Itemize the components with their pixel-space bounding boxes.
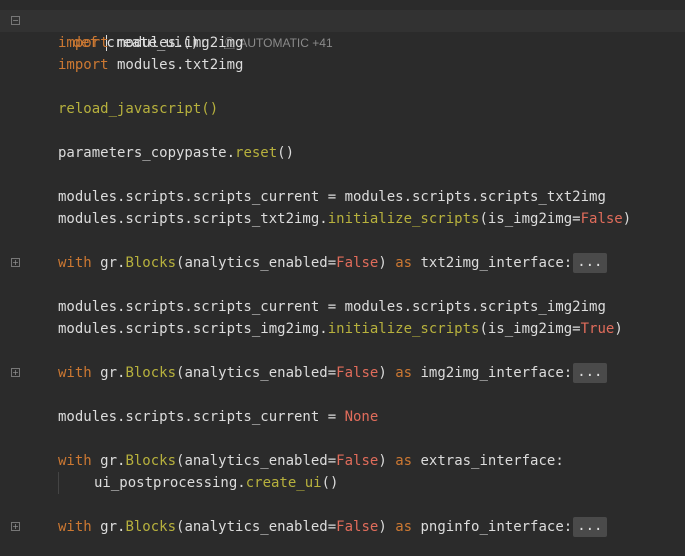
keyword-with: with <box>58 453 92 469</box>
object-path: parameters_copypaste. <box>58 145 236 161</box>
fold-expand-icon[interactable]: + <box>11 522 20 531</box>
module-path: modules.txt2img <box>108 57 244 73</box>
call-parens: () <box>321 475 339 491</box>
object-path: gr. <box>91 365 126 381</box>
call-parens: () <box>277 145 295 161</box>
call-close: ) <box>378 453 396 469</box>
function-call: initialize_scripts <box>327 211 480 227</box>
alias-name: txt2img_interface: <box>412 255 573 271</box>
code-editor[interactable]: − def create_ui(): 👤︎ AUTOMATIC +41 impor… <box>0 0 685 556</box>
code-line-with-folded[interactable]: + with gr.Blocks(analytics_enabled=False… <box>0 516 685 538</box>
code-line[interactable]: import modules.txt2img <box>0 54 685 76</box>
call-close: ) <box>378 255 396 271</box>
keyword-as: as <box>395 453 413 469</box>
call-close: ) <box>378 365 396 381</box>
keyword-as: as <box>395 519 413 535</box>
boolean-literal: True <box>580 321 615 337</box>
code-line[interactable]: modules.scripts.scripts_img2img.initiali… <box>0 318 685 340</box>
function-call: Blocks <box>125 519 177 535</box>
code-line[interactable]: modules.scripts.scripts_current = module… <box>0 186 685 208</box>
code-line[interactable]: parameters_copypaste.reset() <box>0 142 685 164</box>
assignment-statement: modules.scripts.scripts_current = module… <box>58 299 606 315</box>
object-path: modules.scripts.scripts_txt2img. <box>58 211 328 227</box>
function-call: Blocks <box>125 365 177 381</box>
keyword-as: as <box>395 365 413 381</box>
keyword-with: with <box>58 519 92 535</box>
keyword-as: as <box>395 255 413 271</box>
call-close: ) <box>614 321 623 337</box>
module-path: modules.img2img <box>108 35 244 51</box>
code-line[interactable]: ui_postprocessing.create_ui() <box>0 472 685 494</box>
boolean-literal: False <box>336 365 379 381</box>
object-path: gr. <box>91 255 126 271</box>
call-close: ) <box>378 519 396 535</box>
call-close: ) <box>622 211 632 227</box>
none-literal: None <box>344 409 379 425</box>
folded-region-placeholder[interactable]: ... <box>573 363 607 383</box>
call-args: (analytics_enabled= <box>176 365 337 381</box>
code-line[interactable]: modules.scripts.scripts_txt2img.initiali… <box>0 208 685 230</box>
boolean-literal: False <box>580 211 623 227</box>
object-path: gr. <box>91 453 126 469</box>
code-line-with-folded[interactable]: + with gr.Blocks(analytics_enabled=False… <box>0 362 685 384</box>
alias-name: img2img_interface: <box>412 365 573 381</box>
object-path: modules.scripts.scripts_img2img. <box>58 321 328 337</box>
call-args: (is_img2img= <box>479 321 581 337</box>
call-parens: () <box>201 101 219 117</box>
alias-name: pnginfo_interface: <box>412 519 573 535</box>
assignment-statement: modules.scripts.scripts_current = <box>58 409 345 425</box>
function-call: reset <box>235 145 278 161</box>
keyword-with: with <box>58 255 92 271</box>
boolean-literal: False <box>336 519 379 535</box>
folded-region-placeholder[interactable]: ... <box>573 253 607 273</box>
call-args: (analytics_enabled= <box>176 453 337 469</box>
code-line[interactable]: modules.scripts.scripts_current = None <box>0 406 685 428</box>
object-path: gr. <box>91 519 126 535</box>
fold-toggle-icon[interactable]: − <box>11 16 20 25</box>
code-line[interactable]: with gr.Blocks(analytics_enabled=False) … <box>0 450 685 472</box>
function-call: initialize_scripts <box>327 321 480 337</box>
call-args: (analytics_enabled= <box>176 519 337 535</box>
alias-name: extras_interface: <box>412 453 564 469</box>
code-line-def[interactable]: − def create_ui(): 👤︎ AUTOMATIC +41 <box>0 10 685 51</box>
code-line[interactable]: modules.scripts.scripts_current = module… <box>0 296 685 318</box>
assignment-statement: modules.scripts.scripts_current = module… <box>58 189 606 205</box>
boolean-literal: False <box>336 453 379 469</box>
keyword-import: import <box>58 35 109 51</box>
keyword-with: with <box>58 365 92 381</box>
function-call: create_ui <box>245 475 322 491</box>
function-call: Blocks <box>125 453 177 469</box>
call-args: (is_img2img= <box>479 211 581 227</box>
function-call: Blocks <box>125 255 177 271</box>
function-call: reload_javascript <box>58 101 202 117</box>
code-line[interactable]: import modules.img2img <box>0 32 685 54</box>
folded-region-placeholder[interactable]: ... <box>573 517 607 537</box>
boolean-literal: False <box>336 255 379 271</box>
keyword-import: import <box>58 57 109 73</box>
fold-expand-icon[interactable]: + <box>11 368 20 377</box>
object-path: ui_postprocessing. <box>94 475 246 491</box>
code-line-with-folded[interactable]: + with gr.Blocks(analytics_enabled=False… <box>0 252 685 274</box>
code-line[interactable]: reload_javascript() <box>0 98 685 120</box>
fold-expand-icon[interactable]: + <box>11 258 20 267</box>
call-args: (analytics_enabled= <box>176 255 337 271</box>
